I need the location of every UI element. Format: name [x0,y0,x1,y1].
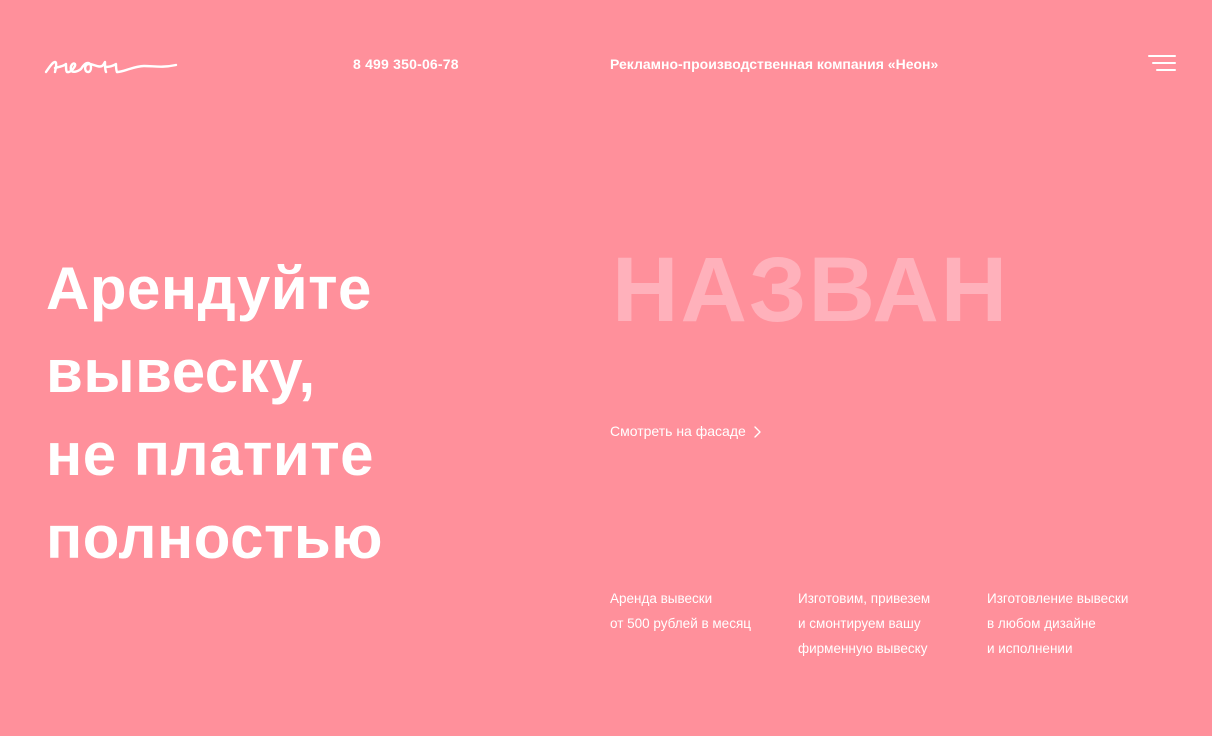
menu-line [1152,62,1176,64]
feature-line: Изготовление вывески [987,591,1129,606]
feature-line: фирменную вывеску [798,641,928,656]
site-header: 8 499 350-06-78 Рекламно-производственна… [0,0,1212,130]
feature-line: Изготовим, привезем [798,591,931,606]
feature-line: и смонтируем вашу [798,616,921,631]
hero-title: Арендуйте вывеску, не платите полностью [46,247,566,579]
company-name: Рекламно-производственная компания «Неон… [610,56,939,72]
feature-item: Изготовим, привезем и смонтируем вашу фи… [798,586,930,661]
hero-title-line: вывеску, [46,338,316,405]
phone-link[interactable]: 8 499 350-06-78 [353,56,459,72]
hero-title-line: не платите [46,421,375,488]
feature-item: Изготовление вывески в любом дизайне и и… [987,586,1128,661]
hamburger-menu-icon[interactable] [1148,53,1176,75]
view-on-facade-label: Смотреть на фасаде [610,423,746,439]
neon-logo[interactable] [44,52,178,78]
chevron-right-icon [754,425,761,438]
hero-title-line: Арендуйте [46,255,372,322]
hero-title-line: полностью [46,504,383,571]
menu-line [1156,69,1176,71]
sign-preview-word: НАЗВАН [612,239,1010,341]
feature-line: в любом дизайне [987,616,1096,631]
menu-line [1148,55,1176,57]
feature-item: Аренда вывески от 500 рублей в месяц [610,586,751,636]
view-on-facade-link[interactable]: Смотреть на фасаде [610,423,761,439]
feature-line: и исполнении [987,641,1073,656]
feature-line: Аренда вывески [610,591,713,606]
neon-logo-script-icon [44,60,178,74]
feature-line: от 500 рублей в месяц [610,616,751,631]
